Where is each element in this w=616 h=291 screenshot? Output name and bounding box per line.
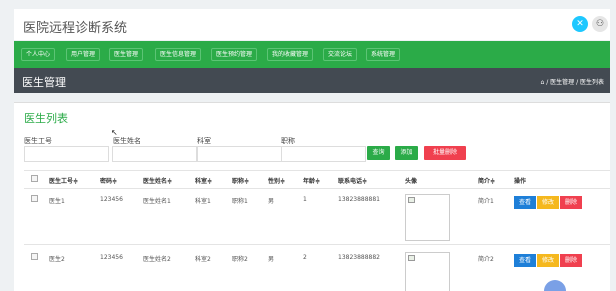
cell-department: 科室2 (195, 256, 211, 263)
delete-button[interactable]: 删除 (560, 254, 582, 267)
nav-item-forum[interactable]: 交流论坛 (323, 48, 358, 61)
label-doctor-id: 医生工号 (24, 137, 52, 145)
nav-item-favorites[interactable]: 我的收藏管理 (267, 48, 314, 61)
user-icon[interactable]: ⚇ (592, 16, 608, 32)
label-doctor-name: 医生姓名 (113, 137, 141, 145)
cell-doctor-name: 医生姓名1 (143, 198, 171, 205)
cell-age: 2 (303, 254, 307, 261)
col-phone[interactable]: 联系电话≑ (338, 176, 367, 185)
cell-doctor-name: 医生姓名2 (143, 256, 171, 263)
page-title: 医生管理 (22, 76, 66, 89)
search-button[interactable]: 查询 (367, 146, 390, 160)
col-intro[interactable]: 简介≑ (478, 176, 495, 185)
row-divider (24, 244, 610, 245)
nav-item-system[interactable]: 系统管理 (366, 48, 401, 61)
nav-item-personal[interactable]: 个人中心 (21, 48, 56, 61)
view-button[interactable]: 查看 (514, 196, 536, 209)
col-title[interactable]: 职称≑ (232, 176, 249, 185)
avatar (405, 252, 450, 291)
label-department: 科室 (197, 137, 211, 145)
col-doctor-name[interactable]: 医生姓名≑ (143, 176, 172, 185)
doctor-name-input[interactable] (112, 146, 197, 162)
department-input[interactable] (197, 146, 282, 162)
main-nav: 个人中心 用户管理 医生管理 医生信息管理 医生预约管理 我的收藏管理 交流论坛… (14, 41, 610, 68)
cell-title: 职称1 (232, 198, 248, 205)
add-button[interactable]: 添加 (395, 146, 418, 160)
doctor-id-input[interactable] (24, 146, 109, 162)
cell-gender: 男 (268, 198, 275, 205)
avatar (405, 194, 450, 241)
col-actions: 操作 (514, 178, 527, 185)
cell-doctor-id: 医生2 (49, 256, 65, 263)
mouse-cursor-icon: ↖ (111, 128, 118, 137)
table-header-border (24, 188, 610, 189)
col-age[interactable]: 年龄≑ (303, 176, 320, 185)
cell-password: 123456 (100, 196, 123, 203)
col-avatar: 头像 (405, 178, 418, 185)
breadcrumb[interactable]: ⌂ / 医生管理 / 医生列表 (541, 77, 604, 86)
view-button[interactable]: 查看 (514, 254, 536, 267)
col-gender[interactable]: 性别≑ (268, 176, 285, 185)
edit-button[interactable]: 修改 (537, 196, 559, 209)
batch-delete-button[interactable]: 批量删除 (424, 146, 466, 160)
cell-intro: 简介2 (478, 256, 494, 263)
app-title: 医院远程诊断系统 (23, 21, 128, 36)
title-input[interactable] (281, 146, 366, 162)
list-title: 医生列表 (24, 112, 68, 125)
top-bar: 医院远程诊断系统 ✕ ⚇ (14, 9, 610, 40)
cell-doctor-id: 医生1 (49, 198, 65, 205)
cell-phone: 13823888881 (338, 196, 380, 203)
label-title: 职称 (281, 137, 295, 145)
select-all-checkbox[interactable] (31, 175, 38, 182)
col-doctor-id[interactable]: 医生工号≑ (49, 176, 78, 185)
theme-icon[interactable]: ✕ (572, 16, 588, 32)
nav-item-doctors[interactable]: 医生管理 (109, 48, 144, 61)
cell-intro: 简介1 (478, 198, 494, 205)
nav-item-users[interactable]: 用户管理 (66, 48, 101, 61)
row-checkbox[interactable] (31, 253, 38, 260)
cell-password: 123456 (100, 254, 123, 261)
broken-image-icon (408, 197, 415, 203)
edit-button[interactable]: 修改 (537, 254, 559, 267)
nav-item-doctor-info[interactable]: 医生信息管理 (155, 48, 202, 61)
cell-gender: 男 (268, 256, 275, 263)
delete-button[interactable]: 删除 (560, 196, 582, 209)
broken-image-icon (408, 255, 415, 261)
doctor-list-panel: 医生列表 医生工号 医生姓名 科室 职称 查询 添加 批量删除 医生工号≑ 密码… (14, 102, 610, 291)
col-department[interactable]: 科室≑ (195, 176, 212, 185)
cell-age: 1 (303, 196, 307, 203)
row-checkbox[interactable] (31, 195, 38, 202)
col-password[interactable]: 密码≑ (100, 176, 117, 185)
cell-phone: 13823888882 (338, 254, 380, 261)
page-header: 医生管理 ⌂ / 医生管理 / 医生列表 (14, 68, 610, 93)
table-top-border (24, 170, 610, 171)
nav-item-appointments[interactable]: 医生预约管理 (211, 48, 258, 61)
cell-department: 科室1 (195, 198, 211, 205)
cell-title: 职称2 (232, 256, 248, 263)
